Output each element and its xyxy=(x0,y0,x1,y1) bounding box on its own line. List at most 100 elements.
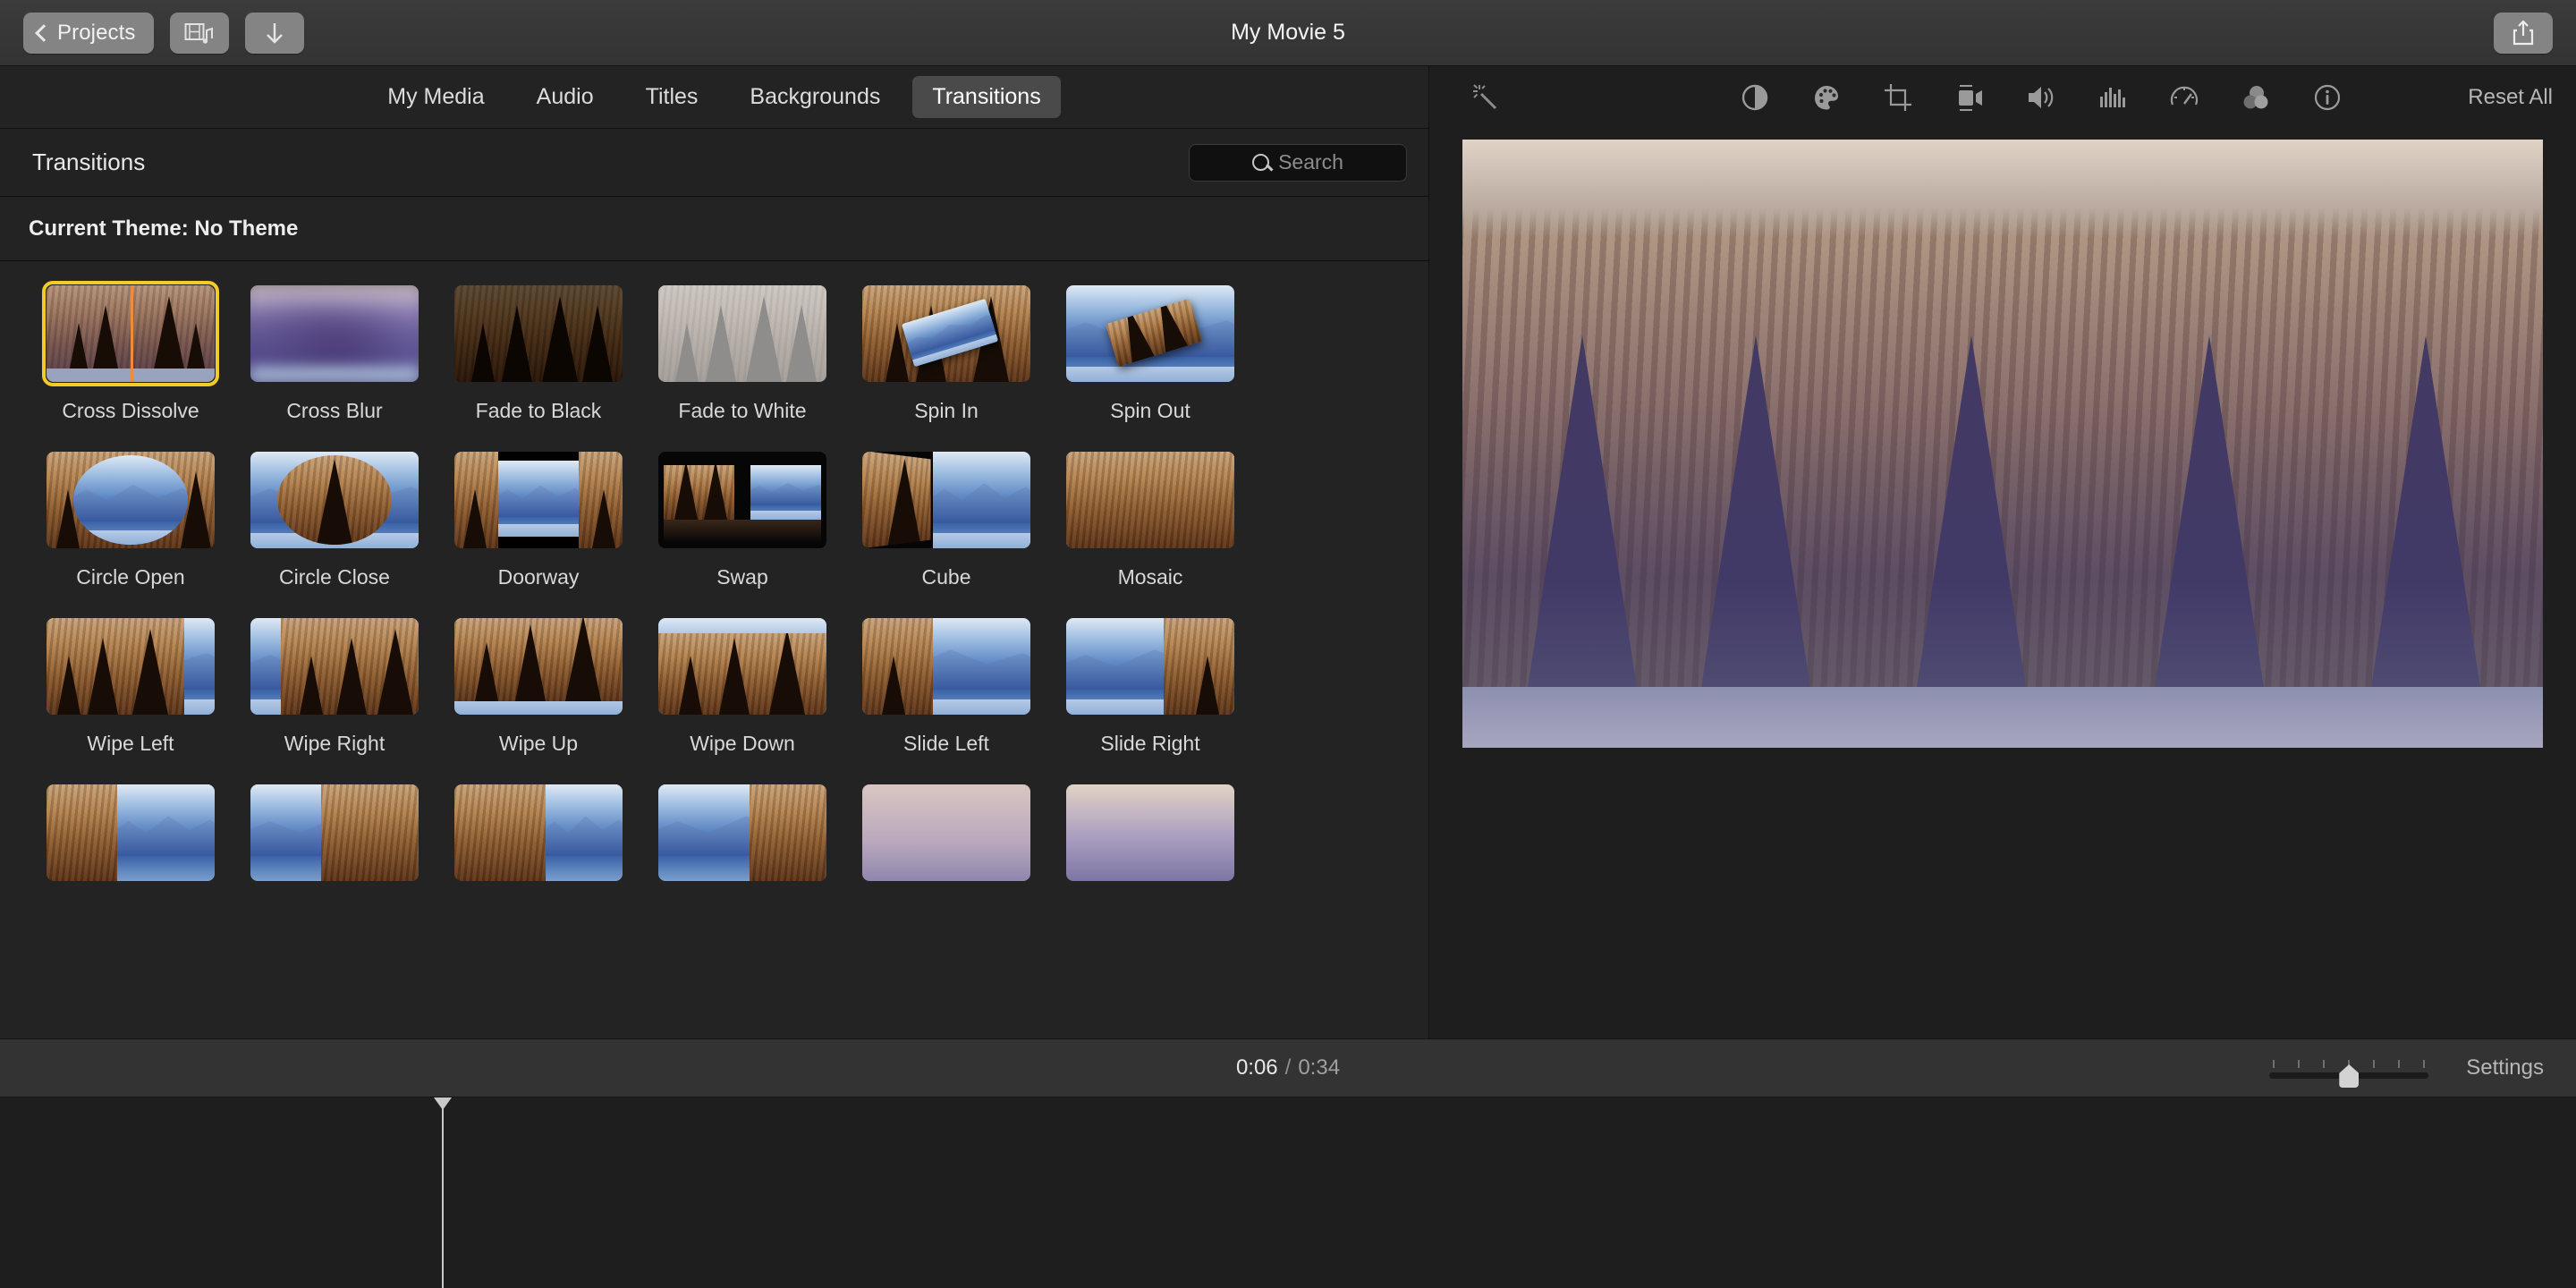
current-theme-label: Current Theme: No Theme xyxy=(29,216,298,242)
transition-item[interactable]: Wipe Up xyxy=(436,614,640,780)
current-time: 0:06 xyxy=(1236,1055,1278,1080)
film-music-icon xyxy=(184,21,215,45)
transition-item[interactable]: Doorway xyxy=(436,447,640,614)
viewer-tool-icons xyxy=(1737,80,2345,115)
transition-item[interactable]: Cross Dissolve xyxy=(29,281,233,447)
back-to-projects-button[interactable]: Projects xyxy=(23,13,154,54)
media-browser-panel: My Media Audio Titles Backgrounds Transi… xyxy=(0,66,1429,1038)
share-button[interactable] xyxy=(2494,13,2553,54)
transition-item[interactable]: Slide Left xyxy=(844,614,1048,780)
imovie-window: Projects My Movie 5 xyxy=(0,0,2576,1288)
search-icon xyxy=(1252,154,1269,171)
speed-icon[interactable] xyxy=(2166,80,2202,115)
transition-label: Wipe Right xyxy=(284,732,385,756)
browser-header: Transitions Search xyxy=(0,129,1428,197)
transition-thumbnail-circle-close[interactable] xyxy=(246,447,423,553)
transition-thumbnail-fade-to-black[interactable] xyxy=(450,281,627,386)
timeline-toolbar: 0:06/0:34 Settings xyxy=(0,1038,2576,1097)
transition-item[interactable]: Fade to Black xyxy=(436,281,640,447)
transition-thumbnail-cross-dissolve[interactable] xyxy=(42,281,219,386)
transitions-scroll-area[interactable]: Cross Dissolve Cross Blur xyxy=(0,261,1428,1038)
transition-label: Cube xyxy=(922,565,971,589)
circle-reveal-mask xyxy=(73,455,188,544)
tab-transitions[interactable]: Transitions xyxy=(912,76,1060,118)
transition-thumbnail-partial[interactable] xyxy=(1062,780,1239,886)
transition-item[interactable] xyxy=(1048,780,1252,946)
audio-equalizer-icon[interactable] xyxy=(2095,80,2131,115)
transition-label: Wipe Down xyxy=(690,732,795,756)
tab-my-media[interactable]: My Media xyxy=(368,76,504,118)
tab-audio[interactable]: Audio xyxy=(517,76,614,118)
transition-thumbnail-slide-left[interactable] xyxy=(858,614,1035,719)
color-balance-icon[interactable] xyxy=(1737,80,1773,115)
info-icon[interactable] xyxy=(2309,80,2345,115)
import-media-button[interactable] xyxy=(170,13,229,54)
transition-item[interactable]: Circle Close xyxy=(233,447,436,614)
video-preview[interactable] xyxy=(1462,140,2543,748)
mosaic-tiles xyxy=(1066,452,1234,548)
tab-backgrounds[interactable]: Backgrounds xyxy=(730,76,900,118)
transition-item[interactable]: Cube xyxy=(844,447,1048,614)
transition-thumbnail-partial[interactable] xyxy=(450,780,627,886)
transition-thumbnail-cube[interactable] xyxy=(858,447,1035,553)
transition-item[interactable] xyxy=(436,780,640,946)
stabilization-icon[interactable] xyxy=(1952,80,1987,115)
transition-item[interactable]: Wipe Left xyxy=(29,614,233,780)
reset-all-button[interactable]: Reset All xyxy=(2468,85,2553,110)
transition-item[interactable]: Spin In xyxy=(844,281,1048,447)
playhead[interactable] xyxy=(442,1097,444,1288)
clip-filter-icon[interactable] xyxy=(2238,80,2274,115)
transition-item[interactable]: Wipe Down xyxy=(640,614,844,780)
transition-thumbnail-spin-in[interactable] xyxy=(858,281,1035,386)
transition-thumbnail-wipe-up[interactable] xyxy=(450,614,627,719)
transition-item[interactable]: Mosaic xyxy=(1048,447,1252,614)
transition-thumbnail-partial[interactable] xyxy=(858,780,1035,886)
transition-item[interactable]: Swap xyxy=(640,447,844,614)
color-correction-icon[interactable] xyxy=(1809,80,1844,115)
download-button[interactable] xyxy=(245,13,304,54)
volume-icon[interactable] xyxy=(2023,80,2059,115)
transition-item[interactable] xyxy=(29,780,233,946)
transition-item[interactable]: Spin Out xyxy=(1048,281,1252,447)
transition-thumbnail-wipe-right[interactable] xyxy=(246,614,423,719)
transition-item[interactable]: Cross Blur xyxy=(233,281,436,447)
timeline-zoom-slider[interactable] xyxy=(2269,1053,2428,1083)
transition-thumbnail-swap[interactable] xyxy=(654,447,831,553)
transition-item[interactable]: Wipe Right xyxy=(233,614,436,780)
timeline-area[interactable] xyxy=(0,1097,2576,1288)
transitions-grid: Cross Dissolve Cross Blur xyxy=(0,281,1428,946)
transition-thumbnail-fade-to-white[interactable] xyxy=(654,281,831,386)
current-theme-row[interactable]: Current Theme: No Theme xyxy=(0,197,1428,261)
transition-label: Circle Open xyxy=(76,565,184,589)
transition-item[interactable] xyxy=(640,780,844,946)
title-bar: Projects My Movie 5 xyxy=(0,0,2576,66)
transition-thumbnail-slide-right[interactable] xyxy=(1062,614,1239,719)
transition-thumbnail-cross-blur[interactable] xyxy=(246,281,423,386)
transition-item[interactable]: Fade to White xyxy=(640,281,844,447)
back-to-projects-label: Projects xyxy=(57,21,136,46)
transition-thumbnail-partial[interactable] xyxy=(42,780,219,886)
transition-item[interactable] xyxy=(844,780,1048,946)
transition-label: Wipe Up xyxy=(499,732,578,756)
transition-label: Swap xyxy=(716,565,768,589)
search-input[interactable]: Search xyxy=(1189,144,1407,182)
transition-thumbnail-circle-open[interactable] xyxy=(42,447,219,553)
titlebar-right-controls xyxy=(2494,13,2576,54)
transition-thumbnail-doorway[interactable] xyxy=(450,447,627,553)
transition-thumbnail-wipe-down[interactable] xyxy=(654,614,831,719)
tab-titles[interactable]: Titles xyxy=(626,76,718,118)
transition-item[interactable]: Slide Right xyxy=(1048,614,1252,780)
transition-item[interactable] xyxy=(233,780,436,946)
transition-thumbnail-partial[interactable] xyxy=(654,780,831,886)
circle-reveal-mask xyxy=(277,455,392,544)
transition-item[interactable]: Circle Open xyxy=(29,447,233,614)
transition-thumbnail-spin-out[interactable] xyxy=(1062,281,1239,386)
transition-thumbnail-partial[interactable] xyxy=(246,780,423,886)
viewer-panel: Reset All xyxy=(1429,66,2576,1038)
viewer-toolbar: Reset All xyxy=(1429,66,2576,129)
chevron-left-icon xyxy=(35,24,53,42)
transition-thumbnail-mosaic[interactable] xyxy=(1062,447,1239,553)
magic-wand-icon[interactable] xyxy=(1469,80,1504,115)
crop-icon[interactable] xyxy=(1880,80,1916,115)
transition-thumbnail-wipe-left[interactable] xyxy=(42,614,219,719)
